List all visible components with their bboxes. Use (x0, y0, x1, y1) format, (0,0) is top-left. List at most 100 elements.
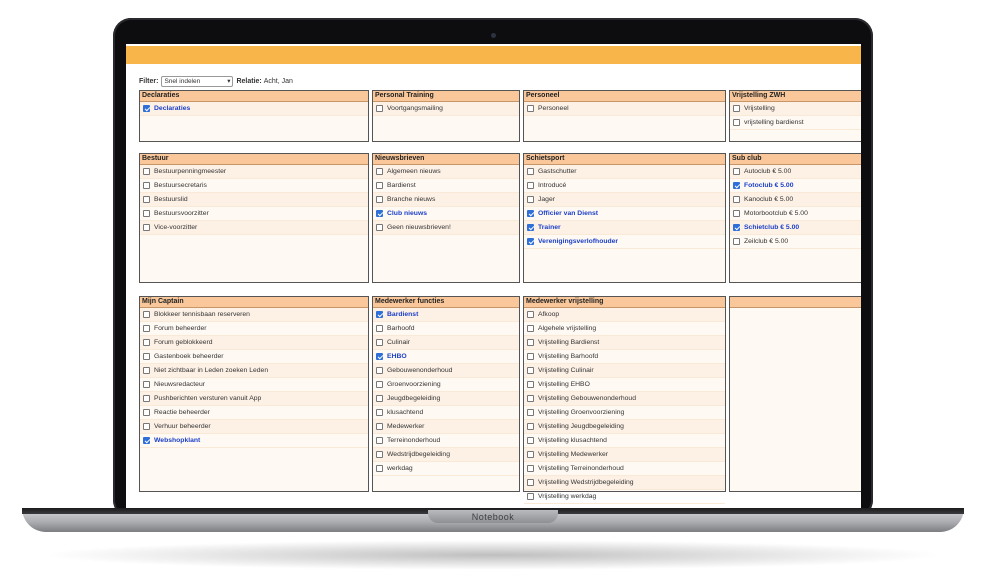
option-item[interactable]: Jager (524, 193, 725, 207)
option-item[interactable]: Vrijstelling Terreinonderhoud (524, 462, 725, 476)
option-item[interactable]: Voortgangsmailing (373, 102, 519, 116)
checkbox[interactable] (143, 381, 150, 388)
option-item[interactable]: Bardienst (373, 179, 519, 193)
option-item[interactable]: Autoclub € 5.00 (730, 165, 861, 179)
checkbox[interactable] (143, 395, 150, 402)
option-item[interactable]: Medewerker (373, 420, 519, 434)
option-item[interactable]: Fotoclub € 5.00 (730, 179, 861, 193)
checkbox-checked[interactable] (376, 311, 383, 318)
checkbox[interactable] (376, 224, 383, 231)
option-item[interactable]: Schietclub € 5.00 (730, 221, 861, 235)
checkbox-checked[interactable] (376, 353, 383, 360)
checkbox[interactable] (376, 105, 383, 112)
checkbox[interactable] (733, 119, 740, 126)
option-item[interactable]: Vrijstelling Wedstrijdbegeleiding (524, 476, 725, 490)
option-item[interactable]: klusachtend (373, 406, 519, 420)
checkbox[interactable] (143, 196, 150, 203)
checkbox[interactable] (527, 182, 534, 189)
checkbox[interactable] (527, 196, 534, 203)
checkbox[interactable] (527, 479, 534, 486)
option-item[interactable]: Introducé (524, 179, 725, 193)
checkbox-checked[interactable] (527, 238, 534, 245)
option-item[interactable]: Vrijstelling Jeugdbegeleiding (524, 420, 725, 434)
checkbox[interactable] (527, 409, 534, 416)
checkbox[interactable] (527, 451, 534, 458)
checkbox[interactable] (733, 238, 740, 245)
checkbox[interactable] (527, 367, 534, 374)
option-item[interactable]: Groenvoorziening (373, 378, 519, 392)
checkbox[interactable] (143, 353, 150, 360)
option-item[interactable]: Webshopklant (140, 434, 368, 448)
option-item[interactable]: Branche nieuws (373, 193, 519, 207)
checkbox[interactable] (376, 409, 383, 416)
option-item[interactable]: EHBO (373, 350, 519, 364)
option-item[interactable]: Algemeen nieuws (373, 165, 519, 179)
option-item[interactable]: Vrijstelling EHBO (524, 378, 725, 392)
checkbox-checked[interactable] (733, 224, 740, 231)
checkbox[interactable] (143, 311, 150, 318)
option-item[interactable]: Bestuursecretaris (140, 179, 368, 193)
checkbox[interactable] (527, 339, 534, 346)
option-item[interactable]: vrijstelling bardienst (730, 116, 861, 130)
option-item[interactable]: Gastschutter (524, 165, 725, 179)
checkbox[interactable] (527, 105, 534, 112)
checkbox[interactable] (527, 168, 534, 175)
checkbox[interactable] (527, 437, 534, 444)
option-item[interactable]: Vrijstelling Groenvoorziening (524, 406, 725, 420)
option-item[interactable]: Vrijstelling Gebouwenonderhoud (524, 392, 725, 406)
option-item[interactable]: Culinair (373, 336, 519, 350)
checkbox[interactable] (376, 182, 383, 189)
checkbox[interactable] (143, 339, 150, 346)
checkbox-checked[interactable] (143, 437, 150, 444)
option-item[interactable]: Vice-voorzitter (140, 221, 368, 235)
checkbox[interactable] (143, 409, 150, 416)
option-item[interactable]: Trainer (524, 221, 725, 235)
checkbox-checked[interactable] (376, 210, 383, 217)
option-item[interactable]: Forum beheerder (140, 322, 368, 336)
checkbox[interactable] (376, 465, 383, 472)
checkbox[interactable] (527, 353, 534, 360)
checkbox[interactable] (376, 395, 383, 402)
option-item[interactable]: Club nieuws (373, 207, 519, 221)
option-item[interactable]: Officier van Dienst (524, 207, 725, 221)
checkbox[interactable] (376, 437, 383, 444)
option-item[interactable]: Reactie beheerder (140, 406, 368, 420)
option-item[interactable]: Bardienst (373, 308, 519, 322)
option-item[interactable]: Vrijstelling Bardienst (524, 336, 725, 350)
option-item[interactable]: werkdag (373, 462, 519, 476)
option-item[interactable]: Vrijstelling (730, 102, 861, 116)
checkbox[interactable] (733, 105, 740, 112)
option-item[interactable]: Forum geblokkeerd (140, 336, 368, 350)
option-item[interactable]: Niet zichtbaar in Leden zoeken Leden (140, 364, 368, 378)
checkbox-checked[interactable] (527, 210, 534, 217)
option-item[interactable]: Gebouwenonderhoud (373, 364, 519, 378)
option-item[interactable]: Declaraties (140, 102, 368, 116)
checkbox[interactable] (376, 423, 383, 430)
checkbox[interactable] (376, 196, 383, 203)
checkbox[interactable] (143, 182, 150, 189)
option-item[interactable]: Bestuurslid (140, 193, 368, 207)
checkbox-checked[interactable] (527, 224, 534, 231)
checkbox[interactable] (376, 367, 383, 374)
option-item[interactable]: Wedstrijdbegeleiding (373, 448, 519, 462)
option-item[interactable]: Barhoofd (373, 322, 519, 336)
checkbox[interactable] (527, 493, 534, 500)
option-item[interactable]: Vrijstelling Culinair (524, 364, 725, 378)
option-item[interactable]: Vrijstelling Medewerker (524, 448, 725, 462)
option-item[interactable]: Geen nieuwsbrieven! (373, 221, 519, 235)
option-item[interactable]: Blokkeer tennisbaan reserveren (140, 308, 368, 322)
option-item[interactable]: Nieuwsredacteur (140, 378, 368, 392)
option-item[interactable]: Verhuur beheerder (140, 420, 368, 434)
checkbox[interactable] (143, 325, 150, 332)
option-item[interactable]: Vrijstelling Barhoofd (524, 350, 725, 364)
checkbox[interactable] (143, 367, 150, 374)
checkbox[interactable] (733, 196, 740, 203)
filter-select[interactable]: Snel indelen ▾ (161, 75, 234, 87)
option-item[interactable]: Bestuurpenningmeester (140, 165, 368, 179)
checkbox[interactable] (527, 325, 534, 332)
checkbox[interactable] (376, 381, 383, 388)
option-item[interactable]: Gastenboek beheerder (140, 350, 368, 364)
checkbox-checked[interactable] (733, 182, 740, 189)
checkbox[interactable] (143, 423, 150, 430)
option-item[interactable]: Vrijstelling werkdag (524, 490, 725, 504)
